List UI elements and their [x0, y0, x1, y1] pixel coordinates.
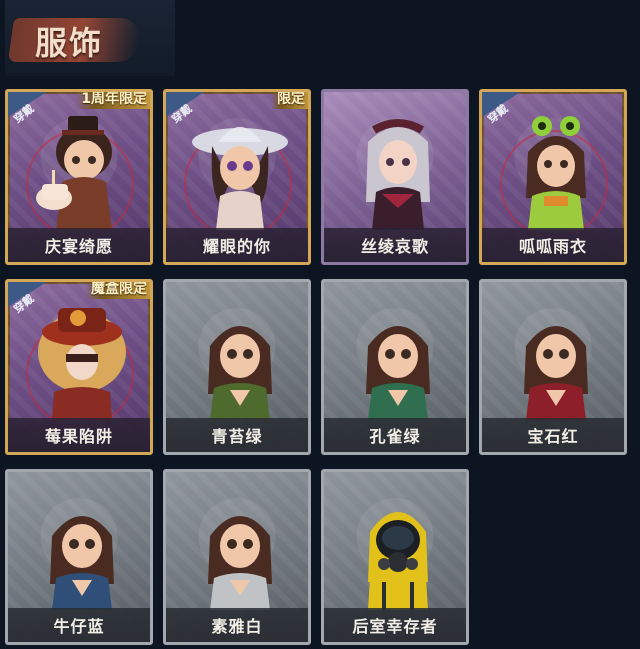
costume-name: 庆宴绮愿 — [44, 237, 113, 256]
costume-name: 丝绫哀歌 — [360, 237, 429, 256]
costume-name: 宝石红 — [527, 427, 579, 446]
costume-card-ruby-red[interactable]: 宝石红 — [479, 279, 627, 455]
costume-name: 耀眼的你 — [202, 237, 271, 256]
costume-card-croak-raincoat[interactable]: 穿戴 呱呱雨衣 — [479, 89, 627, 265]
limited-tag: 魔盒限定 — [85, 282, 150, 299]
costume-card-berry-trap[interactable]: 穿戴 魔盒限定 莓果陷阱 — [5, 279, 153, 455]
section-title: 服饰 — [35, 24, 104, 62]
costume-card-celebration[interactable]: 穿戴 1周年限定 庆宴绮愿 — [5, 89, 153, 265]
limited-tag: 1周年限定 — [75, 92, 150, 109]
character-portrait-moss-green — [208, 326, 272, 420]
costume-card-dazzling-you[interactable]: 穿戴 限定 耀眼的你 — [163, 89, 311, 265]
character-portrait-croak-raincoat — [526, 116, 586, 230]
section-header: 服饰 — [5, 0, 175, 76]
costume-name: 青苔绿 — [211, 427, 263, 446]
costume-card-silk-elegy[interactable]: 丝绫哀歌 — [321, 89, 469, 265]
costume-name: 呱呱雨衣 — [518, 237, 587, 256]
costume-card-peacock-green[interactable]: 孔雀绿 — [321, 279, 469, 455]
costume-name: 莓果陷阱 — [44, 427, 113, 446]
costume-name: 素雅白 — [211, 617, 263, 636]
costume-card-moss-green[interactable]: 青苔绿 — [163, 279, 311, 455]
costume-card-plain-white[interactable]: 素雅白 — [163, 469, 311, 645]
character-portrait-dazzling-you — [192, 127, 288, 230]
character-portrait-backrooms-survivor — [368, 512, 428, 610]
character-portrait-celebration — [36, 116, 112, 230]
costume-card-denim-blue[interactable]: 牛仔蓝 — [5, 469, 153, 645]
character-portrait-berry-trap — [38, 308, 126, 420]
costume-name: 后室幸存者 — [352, 617, 438, 636]
costume-card-backrooms-survivor[interactable]: 后室幸存者 — [321, 469, 469, 645]
costume-name: 孔雀绿 — [369, 427, 421, 446]
character-portrait-peacock-green — [366, 326, 430, 420]
character-portrait-denim-blue — [50, 516, 114, 610]
costume-name: 牛仔蓝 — [53, 617, 105, 636]
limited-tag: 限定 — [271, 92, 308, 109]
character-portrait-plain-white — [208, 516, 272, 610]
character-portrait-ruby-red — [524, 326, 588, 420]
character-portrait-silk-elegy — [366, 119, 430, 230]
